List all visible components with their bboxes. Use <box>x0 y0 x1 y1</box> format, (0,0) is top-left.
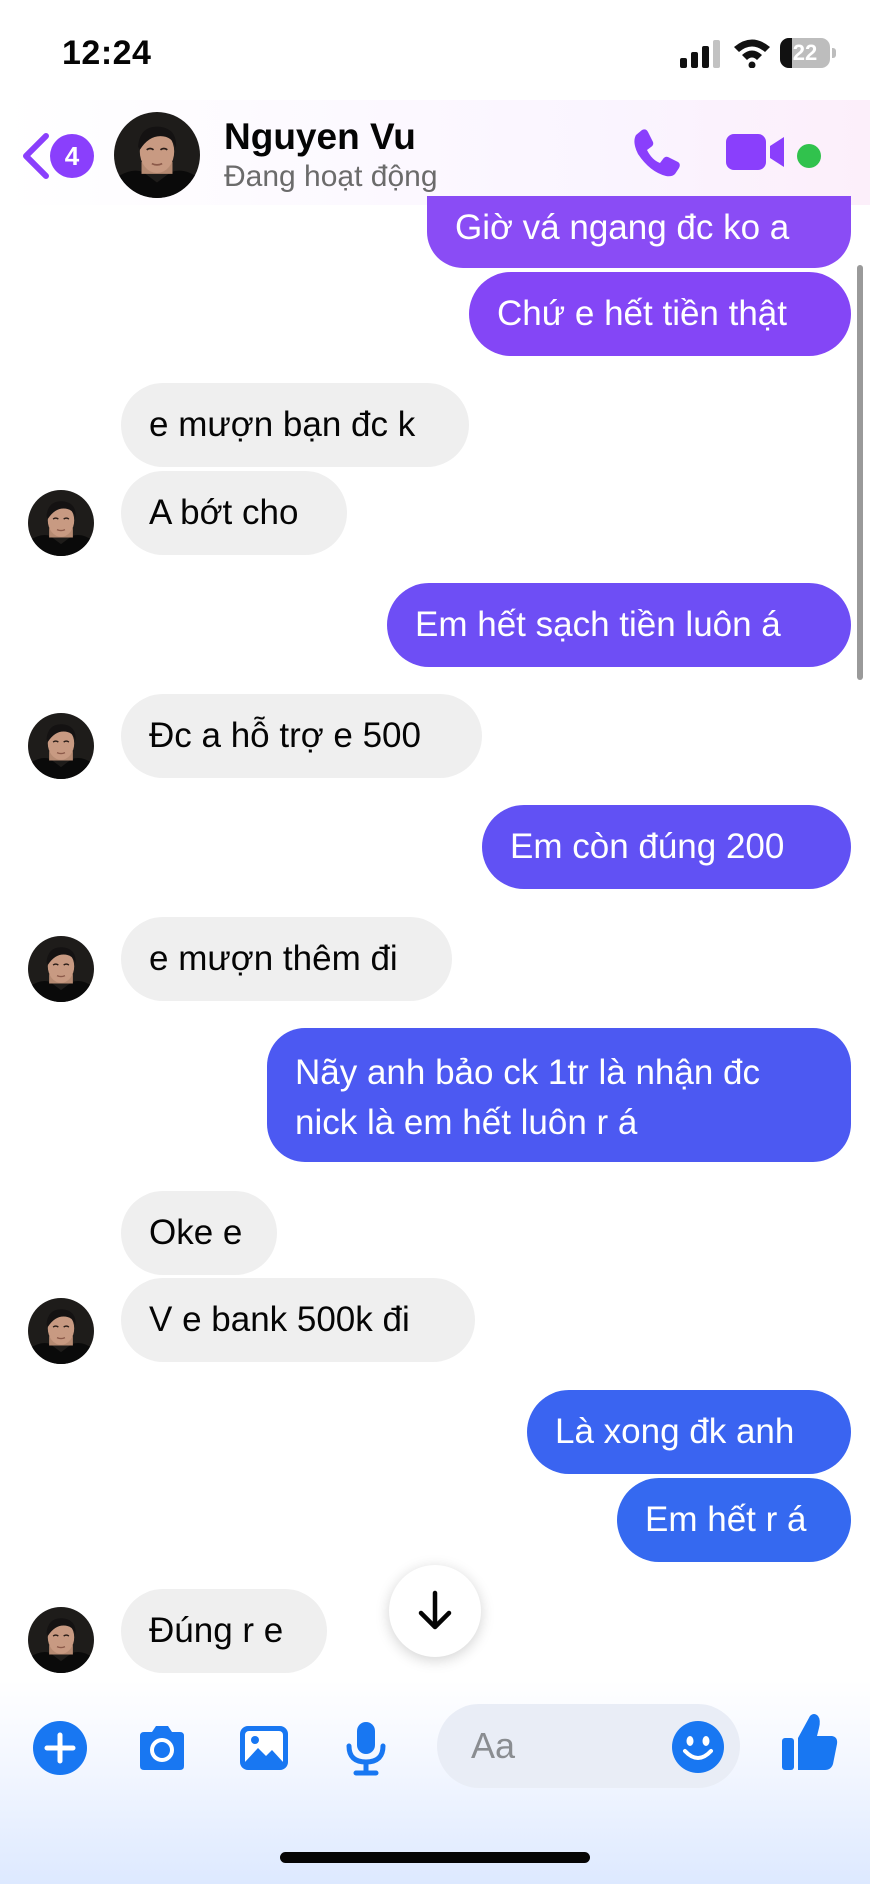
battery-icon: 22 <box>780 38 836 68</box>
message-bubble-out[interactable]: Em hết sạch tiền luôn á <box>387 583 851 667</box>
message-bubble-out[interactable]: Em hết r á <box>617 1478 851 1562</box>
wifi-icon <box>734 39 770 68</box>
signal-icon <box>680 40 720 68</box>
chat-header: 4 Nguyen Vu Đang hoạt động <box>0 100 870 205</box>
status-bar: 12:24 22 <box>0 0 870 110</box>
smiley-icon[interactable] <box>670 1719 726 1775</box>
message-avatar[interactable] <box>28 936 94 1002</box>
message-bubble-in[interactable]: Đc a hỗ trợ e 500 <box>121 694 482 778</box>
contact-status: Đang hoạt động <box>224 160 438 193</box>
message-input-placeholder: Aa <box>471 1725 516 1766</box>
video-camera-icon[interactable] <box>724 128 788 176</box>
scroll-indicator[interactable] <box>857 265 863 680</box>
contact-avatar[interactable] <box>114 112 200 198</box>
message-bubble-out[interactable]: Em còn đúng 200 <box>482 805 851 889</box>
message-line: nick là em hết luôn r á <box>295 1103 638 1142</box>
battery-level: 22 <box>792 40 818 65</box>
message-bubble-in[interactable]: e mượn thêm đi <box>121 917 452 1001</box>
camera-icon[interactable] <box>132 1718 192 1778</box>
home-indicator[interactable] <box>280 1852 590 1863</box>
microphone-icon[interactable] <box>336 1718 396 1778</box>
contact-name[interactable]: Nguyen Vu <box>224 116 416 158</box>
back-button[interactable]: 4 <box>18 130 98 182</box>
phone-icon[interactable] <box>628 124 684 180</box>
message-bubble-out[interactable]: Chứ e hết tiền thật <box>469 272 851 356</box>
message-bubble-in[interactable]: V e bank 500k đi <box>121 1278 475 1362</box>
scroll-down-button[interactable] <box>389 1565 481 1657</box>
message-avatar[interactable] <box>28 713 94 779</box>
message-avatar[interactable] <box>28 1607 94 1673</box>
arrow-down-icon <box>418 1590 452 1630</box>
message-bubble-out[interactable]: Là xong đk anh <box>527 1390 851 1474</box>
image-icon[interactable] <box>234 1718 294 1778</box>
message-avatar[interactable] <box>28 1298 94 1364</box>
message-bubble-out[interactable]: Nãy anh bảo ck 1tr là nhận đc nick là em… <box>267 1028 851 1162</box>
message-bubble-in[interactable]: A bớt cho <box>121 471 347 555</box>
plus-circle-icon[interactable] <box>30 1718 90 1778</box>
message-bubble-in[interactable]: Đúng r e <box>121 1589 327 1673</box>
unread-badge: 4 <box>50 134 94 178</box>
message-avatar[interactable] <box>28 490 94 556</box>
message-bubble-in[interactable]: Oke e <box>121 1191 277 1275</box>
online-indicator <box>797 144 821 168</box>
status-time: 12:24 <box>62 34 152 72</box>
message-input[interactable]: Aa <box>437 1704 740 1788</box>
thumbs-up-icon[interactable] <box>780 1710 840 1774</box>
message-line: Nãy anh bảo ck 1tr là nhận đc <box>295 1053 761 1092</box>
message-bubble-out[interactable]: Giờ vá ngang đc ko a <box>427 196 851 268</box>
message-bubble-in[interactable]: e mượn bạn đc k <box>121 383 469 467</box>
chevron-left-icon <box>23 133 49 179</box>
